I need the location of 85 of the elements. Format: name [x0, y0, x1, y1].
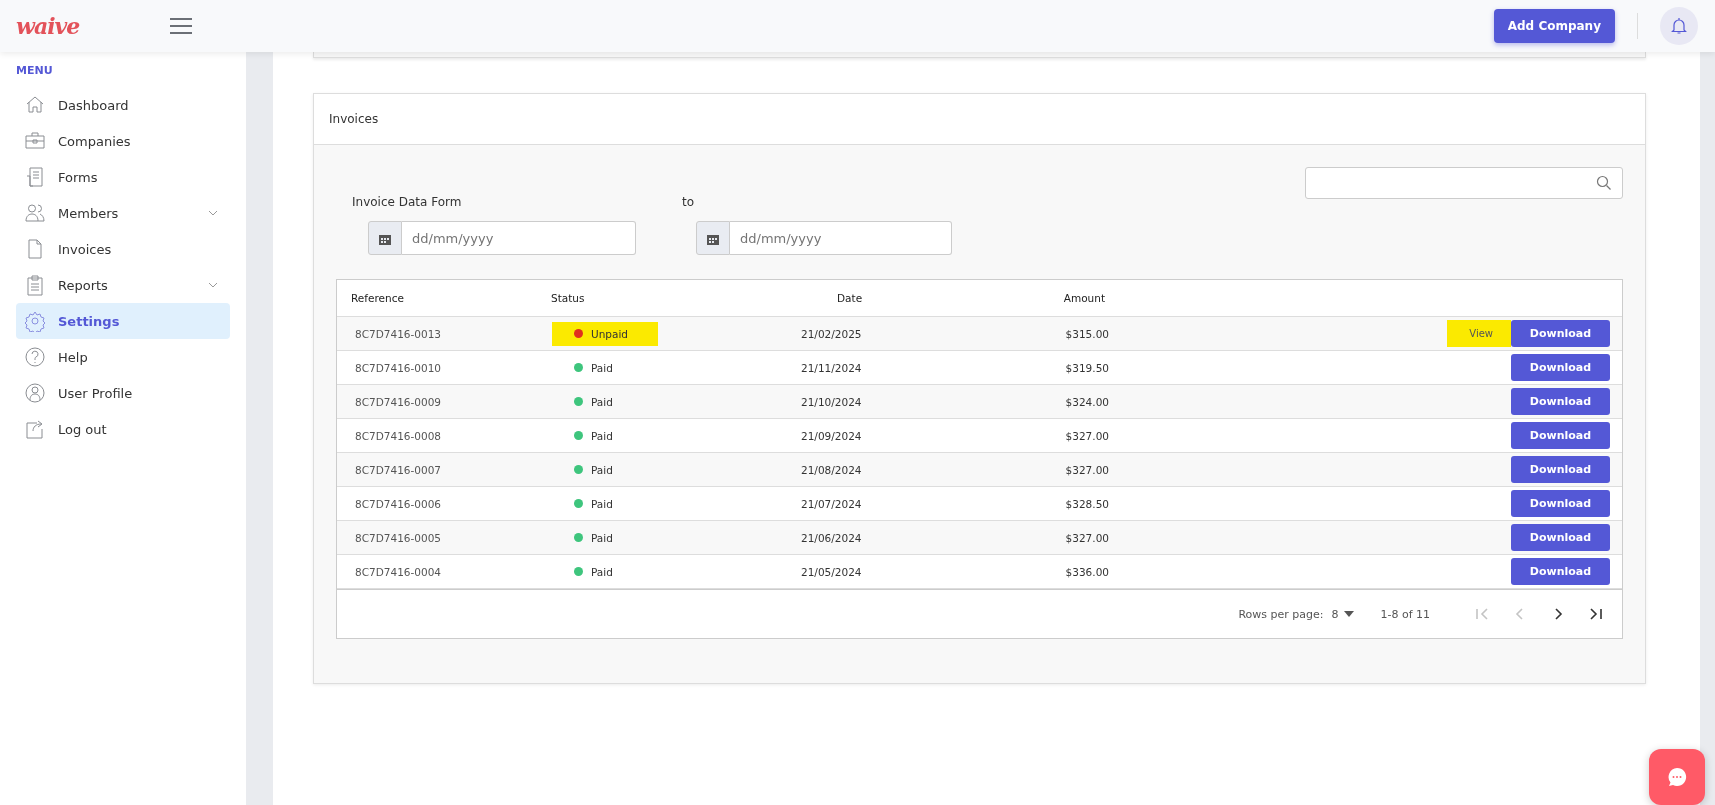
chat-button[interactable] [1649, 749, 1705, 805]
table-cell-text: $324.00 [1064, 395, 1109, 408]
menu-icon[interactable] [169, 18, 194, 34]
table-cell-text: 21/05/2024 [801, 565, 863, 578]
sidebar-item[interactable]: Settings [16, 303, 230, 339]
table-cell-text: $328.50 [1064, 497, 1109, 510]
table-cell-text: 8C7D7416-0009 [354, 395, 442, 408]
status-label: Paid [552, 423, 643, 448]
search-icon [1596, 175, 1612, 191]
people-icon [24, 202, 46, 224]
table-cell-text: $327.00 [1064, 463, 1109, 476]
column-header: Status [551, 292, 586, 304]
table-cell-text: 21/06/2024 [801, 531, 863, 544]
sidebar-item[interactable]: Companies [16, 123, 230, 159]
rows-per-page-select[interactable]: 8 [1331, 607, 1355, 621]
dropdown-arrow-icon [1344, 611, 1355, 617]
download-button[interactable]: Download [1511, 524, 1610, 551]
status-label: Paid [552, 559, 643, 584]
sidebar-item[interactable]: Invoices [16, 231, 230, 267]
table-cell-text: $327.00 [1064, 429, 1109, 442]
chat-bubble-icon [1666, 766, 1688, 788]
download-button[interactable]: Download [1511, 388, 1610, 415]
rows-per-page-label: Rows per page: [1238, 607, 1324, 621]
column-header: Date [836, 292, 864, 304]
briefcase-icon [24, 130, 46, 152]
help-icon [24, 346, 46, 368]
column-header: Reference [350, 292, 405, 304]
calendar-button[interactable] [696, 221, 730, 255]
sidebar-item[interactable]: Log out [16, 411, 230, 447]
status-label: Paid [552, 389, 643, 414]
logo[interactable]: waive [16, 13, 80, 39]
menu-heading: MENU [16, 64, 54, 77]
column-header: Amount [1062, 292, 1105, 304]
settings-icon [24, 310, 46, 332]
sidebar-item[interactable]: Members [16, 195, 230, 231]
view-link[interactable]: View [1447, 320, 1511, 347]
table-cell-text: 8C7D7416-0008 [354, 429, 442, 442]
date-field[interactable]: dd/mm/yyyy [402, 221, 636, 255]
table-cell-text: $336.00 [1064, 565, 1109, 578]
status-label: Paid [552, 525, 643, 550]
document-icon [24, 166, 46, 188]
table-cell-text: 21/11/2024 [801, 361, 863, 374]
table-cell-text: $319.50 [1064, 361, 1109, 374]
table-cell-text: $327.00 [1064, 531, 1109, 544]
date-field[interactable]: dd/mm/yyyy [730, 221, 952, 255]
table-cell-text: 21/07/2024 [801, 497, 863, 510]
table-cell-text: 8C7D7416-0006 [354, 497, 442, 510]
download-button[interactable]: Download [1511, 422, 1610, 449]
table-cell-text: 21/02/2025 [801, 327, 863, 340]
filter-label: to [682, 195, 696, 211]
table-cell-text: 8C7D7416-0007 [354, 463, 442, 476]
table-cell-text: 21/10/2024 [801, 395, 863, 408]
search-field[interactable] [1305, 167, 1623, 199]
notification-button[interactable] [1660, 7, 1698, 45]
download-button[interactable]: Download [1511, 558, 1610, 585]
sidebar-item[interactable]: Dashboard [16, 87, 230, 123]
clipboard-icon [24, 274, 46, 296]
sidebar-item[interactable]: User Profile [16, 375, 230, 411]
logout-icon [24, 418, 46, 440]
add-company-button[interactable]: Add Company [1493, 9, 1615, 43]
bell-icon [1671, 17, 1687, 35]
sidebar-item[interactable]: Forms [16, 159, 230, 195]
table-cell-text: 8C7D7416-0010 [354, 361, 442, 374]
download-button[interactable]: Download [1511, 354, 1610, 381]
status-label: Paid [552, 355, 643, 380]
status-label: Unpaid [552, 321, 659, 346]
table-cell-text: 8C7D7416-0004 [354, 565, 442, 578]
download-button[interactable]: Download [1511, 490, 1610, 517]
sidebar-item[interactable]: Reports [16, 267, 230, 303]
status-label: Paid [552, 491, 643, 516]
table-cell-text: 8C7D7416-0005 [354, 531, 442, 544]
download-button[interactable]: Download [1511, 320, 1610, 347]
user-icon [24, 382, 46, 404]
table-cell-text: $315.00 [1064, 327, 1109, 340]
table-cell-text: 8C7D7416-0013 [354, 327, 442, 340]
calendar-button[interactable] [368, 221, 402, 255]
page-range: 1-8 of 11 [1380, 607, 1430, 621]
download-button[interactable]: Download [1511, 456, 1610, 483]
house-icon [24, 94, 46, 116]
table-cell-text: 21/08/2024 [801, 463, 863, 476]
status-label: Paid [552, 457, 643, 482]
card-title: Invoices [314, 94, 1645, 145]
table-cell-text: 21/09/2024 [801, 429, 863, 442]
filter-label: Invoice Data Form [352, 195, 463, 211]
sidebar-item[interactable]: Help [16, 339, 230, 375]
